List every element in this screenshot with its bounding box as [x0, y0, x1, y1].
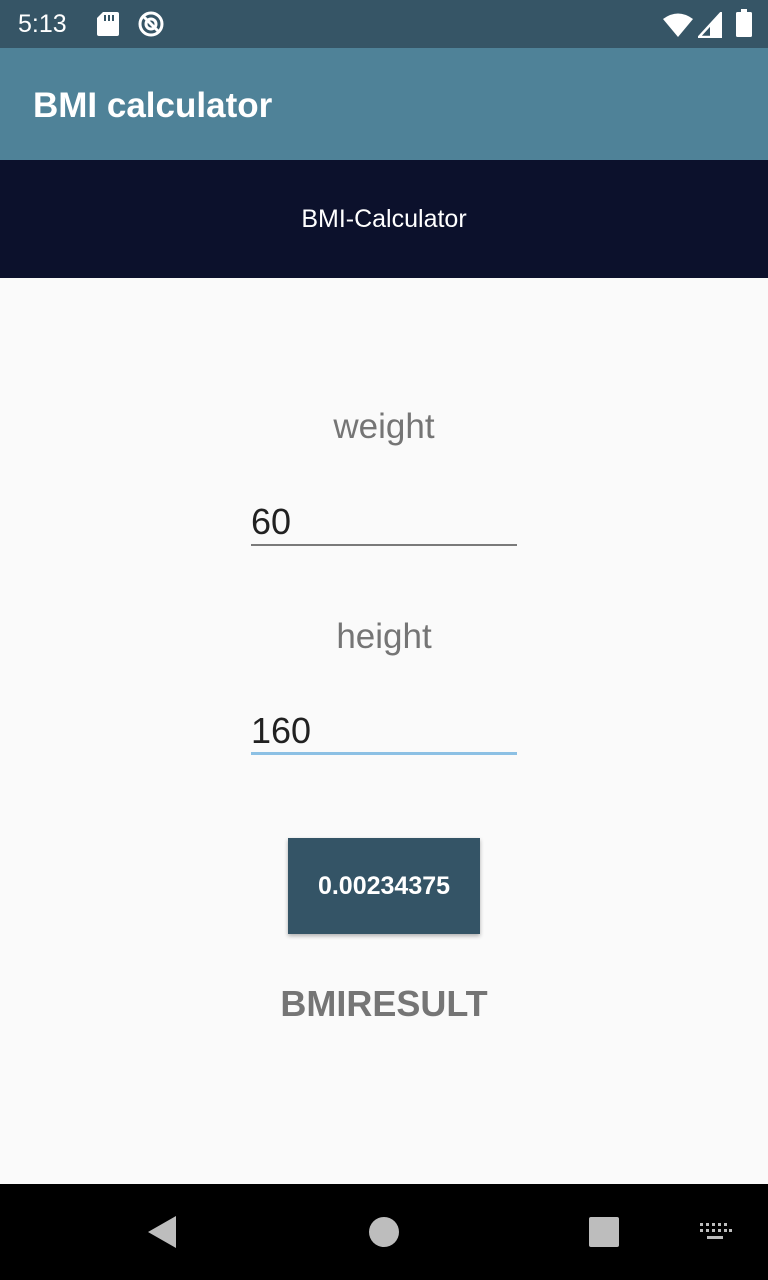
recents-icon[interactable] [589, 1217, 619, 1247]
header-band: BMI-Calculator [0, 160, 768, 278]
height-label: height [336, 617, 432, 656]
bmi-result-label: BMIRESULT [280, 983, 488, 1024]
height-input[interactable] [251, 709, 517, 755]
do-not-disturb-icon [138, 11, 164, 37]
app-bar: BMI calculator [0, 48, 768, 160]
battery-icon [736, 9, 752, 37]
status-bar: 5:13 [0, 0, 768, 48]
weight-input[interactable] [251, 500, 517, 546]
navigation-bar [0, 1184, 768, 1280]
home-icon[interactable] [368, 1216, 400, 1248]
app-title: BMI calculator [33, 86, 273, 125]
keyboard-icon[interactable] [698, 1221, 732, 1243]
screen: 5:13 BMI calculator BMI-Calculator weigh… [0, 0, 768, 1280]
header-text: BMI-Calculator [301, 205, 467, 233]
wifi-icon [663, 13, 693, 37]
sd-card-icon [97, 12, 119, 36]
status-time: 5:13 [18, 10, 67, 38]
signal-icon [698, 12, 722, 38]
calculate-button[interactable]: 0.00234375 [288, 838, 480, 934]
back-icon[interactable] [146, 1215, 178, 1249]
weight-label: weight [333, 407, 435, 446]
